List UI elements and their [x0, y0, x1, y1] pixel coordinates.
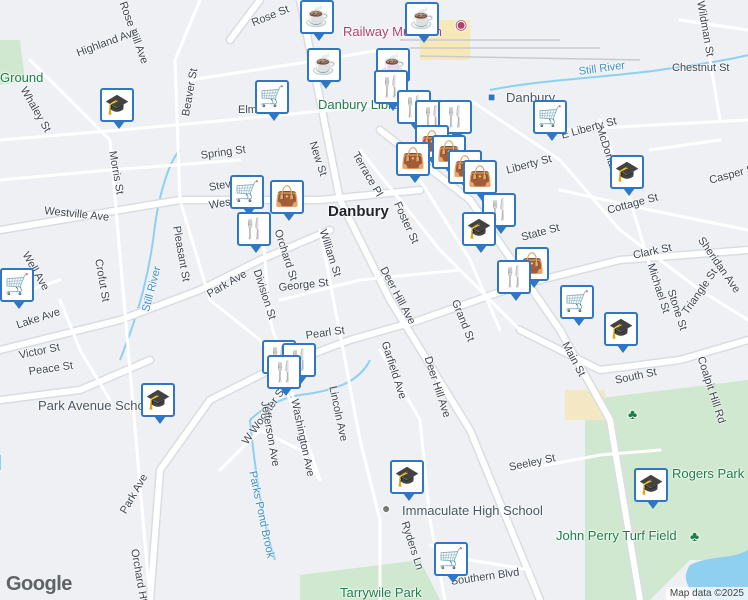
shopping-icon: 🛒 — [259, 86, 285, 108]
bag-icon: 👜 — [274, 186, 300, 208]
school-icon: 🎓 — [145, 389, 171, 411]
tree-icon-2: ♣ — [690, 528, 700, 544]
school-icon: 🎓 — [638, 474, 664, 496]
school-marker[interactable]: 🎓 — [390, 460, 424, 501]
city-label-danbury: Danbury — [328, 203, 389, 220]
shopping-icon: 🛒 — [537, 106, 563, 128]
school-icon: 🎓 — [608, 318, 634, 340]
poi-ground: Ground — [0, 70, 44, 85]
map-attribution: Map data ©2025 — [665, 587, 748, 600]
school-marker[interactable]: 🎓 — [604, 312, 638, 353]
restaurant-marker[interactable]: 🍴 — [497, 260, 531, 301]
cafe-marker[interactable]: ☕ — [405, 2, 439, 43]
shopping-icon: 🛒 — [564, 291, 590, 313]
shopping-icon: 🛒 — [438, 548, 464, 570]
cafe-icon: ☕ — [311, 54, 337, 76]
bag-icon: 👜 — [400, 148, 426, 170]
shopping-icon: 🛒 — [4, 274, 30, 296]
poi-park-avenue-school[interactable]: Park Avenue School — [38, 398, 155, 413]
school-icon: 🎓 — [104, 94, 130, 116]
cafe-marker[interactable]: ☕ — [300, 0, 334, 41]
shopping-marker[interactable]: 🛒 — [230, 175, 264, 216]
shopping-marker[interactable]: 🛒 — [255, 80, 289, 121]
bag-marker[interactable]: 👜 — [270, 180, 304, 221]
restaurant-icon: 🍴 — [442, 106, 468, 128]
school-icon: 🎓 — [394, 466, 420, 488]
school-marker[interactable]: 🎓 — [634, 468, 668, 509]
shopping-marker[interactable]: 🛒 — [434, 542, 468, 583]
bag-marker[interactable]: 👜 — [396, 142, 430, 183]
school-marker[interactable]: 🎓 — [100, 88, 134, 129]
tree-icon: ♣ — [628, 406, 638, 422]
cafe-marker[interactable]: ☕ — [307, 48, 341, 89]
school-icon: 🎓 — [466, 218, 492, 240]
restaurant-marker[interactable]: 🍴 — [267, 355, 301, 396]
restaurant-marker[interactable]: 🍴 — [237, 212, 271, 253]
bag-marker[interactable]: 👜 — [463, 160, 497, 201]
poi-john-perry-turf-field[interactable]: John Perry Turf Field — [556, 528, 677, 543]
poi-tarrywile-park[interactable]: Tarrywile Park — [340, 585, 422, 600]
shopping-marker[interactable]: 🛒 — [0, 268, 34, 309]
school-location-icon: ● — [382, 500, 391, 516]
cafe-icon: ☕ — [304, 6, 330, 28]
shopping-marker[interactable]: 🛒 — [533, 100, 567, 141]
street-label-chestnut-st: Chestnut St — [672, 62, 730, 74]
cafe-icon: ☕ — [409, 8, 435, 30]
bag-icon: 👜 — [467, 166, 493, 188]
shopping-marker[interactable]: 🛒 — [560, 285, 594, 326]
restaurant-icon: 🍴 — [241, 218, 267, 240]
poi-rogers-park[interactable]: Rogers Park — [672, 466, 744, 481]
museum-icon: ◉ — [455, 16, 468, 32]
shopping-icon: 🛒 — [234, 181, 260, 203]
restaurant-icon: 🍴 — [501, 266, 527, 288]
poi-immaculate-high-school[interactable]: Immaculate High School — [402, 503, 543, 518]
restaurant-icon: 🍴 — [271, 361, 297, 383]
school-marker[interactable]: 🎓 — [462, 212, 496, 253]
train-station-icon: ■ — [488, 90, 496, 104]
google-logo: Google — [6, 573, 72, 595]
school-marker[interactable]: 🎓 — [141, 383, 175, 424]
school-marker[interactable]: 🎓 — [610, 155, 644, 196]
map-canvas[interactable]: Rose St Rose Hill Ave Highland Ave Whale… — [0, 0, 748, 600]
school-icon: 🎓 — [614, 161, 640, 183]
